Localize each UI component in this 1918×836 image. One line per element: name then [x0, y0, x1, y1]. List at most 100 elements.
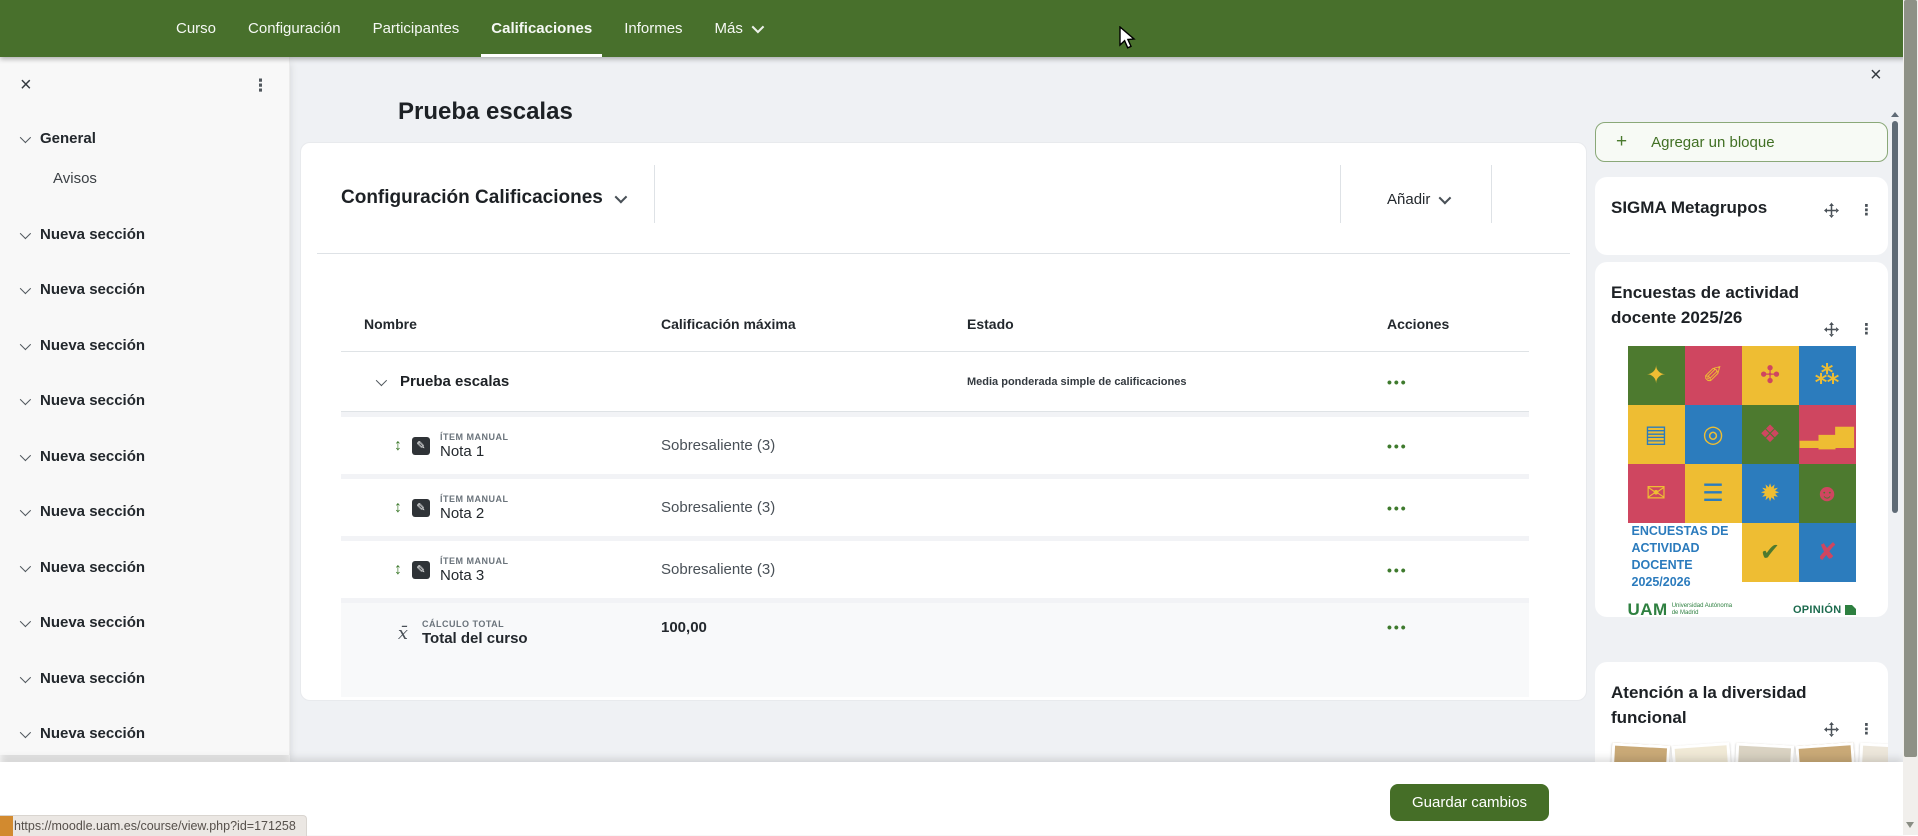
encuestas-poster-image[interactable]: ✦ ✐ ✣ ⁂ ▤ ◎ ❖ ▂▄▆ ✉ ☰ [1628, 346, 1856, 617]
poster-icon-tile: ◎ [1685, 405, 1742, 464]
drawer-scrollbar-thumb[interactable] [1892, 121, 1898, 513]
move-item-icon[interactable]: ↕ [394, 437, 402, 455]
tab-calificaciones[interactable]: Calificaciones [475, 0, 608, 57]
sidebar-item-general[interactable]: General [20, 127, 269, 151]
move-item-icon[interactable]: ↕ [394, 499, 402, 517]
poster-icon-tile: ⁂ [1799, 346, 1856, 405]
sidebar-item-section[interactable]: Nueva sección [20, 389, 269, 413]
item-name[interactable]: Nota 2 [440, 505, 509, 522]
kebab-menu-icon[interactable]: ⋮ [1859, 320, 1874, 338]
category-collapse-toggle[interactable]: Prueba escalas [364, 373, 661, 390]
poster-icon-tile: ▂▄▆ [1799, 405, 1856, 464]
sidebar-item-section[interactable]: Nueva sección [20, 722, 269, 746]
poster-icon-tile: ☻ [1799, 464, 1856, 523]
chevron-down-icon [20, 227, 31, 238]
chevron-down-icon [20, 727, 31, 738]
poster-icon-tile: ✦ [1628, 346, 1685, 405]
edit-item-icon[interactable]: ✎ [412, 499, 430, 517]
move-item-icon[interactable]: ↕ [394, 561, 402, 579]
add-grade-item-dropdown[interactable]: Añadir [1387, 191, 1448, 208]
mean-calculation-icon: x̄ [394, 623, 412, 644]
table-row-course-total: x̄ CÁLCULO TOTAL Total del curso 100,00 … [341, 603, 1529, 697]
item-actions-button[interactable]: ••• [1387, 500, 1506, 516]
course-top-nav: Curso Configuración Participantes Califi… [0, 0, 1918, 57]
blocks-drawer: × + Agregar un bloque SIGMA Metagrupos ⋮… [1590, 57, 1903, 762]
edit-item-icon[interactable]: ✎ [412, 437, 430, 455]
move-block-icon[interactable] [1824, 322, 1839, 337]
tab-mas[interactable]: Más [699, 0, 777, 57]
chevron-down-icon [376, 374, 387, 385]
sidebar-item-section[interactable]: Nueva sección [20, 500, 269, 524]
chevron-down-icon [20, 132, 31, 143]
item-actions-button[interactable]: ••• [1387, 438, 1506, 454]
tab-configuracion[interactable]: Configuración [232, 0, 357, 57]
chevron-down-icon [614, 190, 627, 203]
table-row-grade-item: ↕ ✎ ÍTEM MANUAL Nota 2 Sobresaliente (3)… [341, 479, 1529, 536]
close-drawer-icon[interactable]: × [20, 75, 32, 95]
sidebar-item-section[interactable]: Nueva sección [20, 611, 269, 635]
total-max-grade: 100,00 [661, 619, 967, 636]
gradebook-setup-card: Configuración Calificaciones Añadir Nomb… [300, 142, 1587, 701]
opinion-logo: OPINIÓN [1793, 604, 1856, 616]
table-row-grade-item: ↕ ✎ ÍTEM MANUAL Nota 1 Sobresaliente (3)… [341, 417, 1529, 474]
chevron-down-icon [20, 671, 31, 682]
sidebar-item-section[interactable]: Nueva sección [20, 667, 269, 691]
scroll-up-arrow-icon[interactable] [1891, 112, 1899, 117]
tab-participantes[interactable]: Participantes [357, 0, 476, 57]
status-bar-marker [0, 816, 13, 836]
chevron-down-icon [20, 505, 31, 516]
gradebook-view-selector[interactable]: Configuración Calificaciones [341, 187, 624, 209]
chevron-down-icon [751, 21, 764, 34]
sidebar-item-section[interactable]: Nueva sección [20, 278, 269, 302]
sidebar-item-section[interactable]: Nueva sección [20, 334, 269, 358]
section-list: Nueva sección Nueva sección Nueva secció… [20, 223, 269, 747]
total-actions-button[interactable]: ••• [1387, 619, 1506, 635]
item-max-grade: Sobresaliente (3) [661, 499, 967, 516]
drawer-scrollbar [1892, 112, 1899, 513]
move-block-icon[interactable] [1824, 203, 1839, 218]
scroll-down-arrow-icon[interactable] [1906, 822, 1914, 828]
chevron-down-icon [1439, 192, 1452, 205]
poster-icon-tile: ☰ [1685, 464, 1742, 523]
plus-icon: + [1616, 131, 1627, 153]
kebab-menu-icon[interactable]: ⋮ [252, 77, 269, 94]
kebab-menu-icon[interactable]: ⋮ [1859, 201, 1874, 219]
poster-icon-tile: ✹ [1742, 464, 1799, 523]
save-changes-button[interactable]: Guardar cambios [1390, 784, 1549, 821]
block-encuestas: Encuestas de actividad docente 2025/26 ⋮… [1595, 262, 1888, 617]
block-sigma-metagrupos: SIGMA Metagrupos ⋮ [1595, 177, 1888, 255]
chevron-down-icon [20, 283, 31, 294]
item-name[interactable]: Nota 1 [440, 443, 509, 460]
poster-icon-tile: ✉ [1628, 464, 1685, 523]
item-actions-button[interactable]: ••• [1387, 562, 1506, 578]
edit-item-icon[interactable]: ✎ [412, 561, 430, 579]
move-block-icon[interactable] [1824, 722, 1839, 737]
cross-mark-tile: ✘ [1799, 523, 1856, 582]
browser-scrollbar-thumb[interactable] [1904, 0, 1917, 757]
total-name: Total del curso [422, 630, 528, 647]
block-title: Encuestas de actividad docente 2025/26 [1611, 280, 1816, 330]
item-max-grade: Sobresaliente (3) [661, 437, 967, 454]
category-actions-button[interactable]: ••• [1387, 374, 1506, 390]
page-title: Prueba escalas [398, 98, 573, 126]
gradebook-table: Nombre Calificación máxima Estado Accion… [341, 296, 1529, 697]
poster-icon-tile: ✐ [1685, 346, 1742, 405]
poster-bottom-row: ENCUESTAS DE ACTIVIDAD DOCENTE 2025/2026… [1628, 523, 1856, 591]
tab-informes[interactable]: Informes [608, 0, 698, 57]
browser-status-bar: https://moodle.uam.es/course/view.php?id… [0, 815, 307, 836]
kebab-menu-icon[interactable]: ⋮ [1859, 720, 1874, 738]
tab-curso[interactable]: Curso [160, 0, 232, 57]
poster-icon-tile: ❖ [1742, 405, 1799, 464]
poster-caption: ENCUESTAS DE ACTIVIDAD DOCENTE 2025/2026 [1628, 523, 1742, 591]
add-block-button[interactable]: + Agregar un bloque [1595, 122, 1888, 162]
sidebar-item-avisos[interactable]: Avisos [53, 167, 269, 191]
poster-tile-grid: ✦ ✐ ✣ ⁂ ▤ ◎ ❖ ▂▄▆ ✉ ☰ [1628, 346, 1856, 523]
sidebar-item-section[interactable]: Nueva sección [20, 223, 269, 247]
col-header-nombre: Nombre [364, 316, 661, 332]
col-header-acciones: Acciones [1387, 316, 1506, 332]
total-type-label: CÁLCULO TOTAL [422, 619, 528, 629]
sidebar-item-section[interactable]: Nueva sección [20, 445, 269, 469]
item-name[interactable]: Nota 3 [440, 567, 509, 584]
close-blocks-drawer-icon[interactable]: × [1870, 65, 1882, 85]
sidebar-item-section[interactable]: Nueva sección [20, 556, 269, 580]
